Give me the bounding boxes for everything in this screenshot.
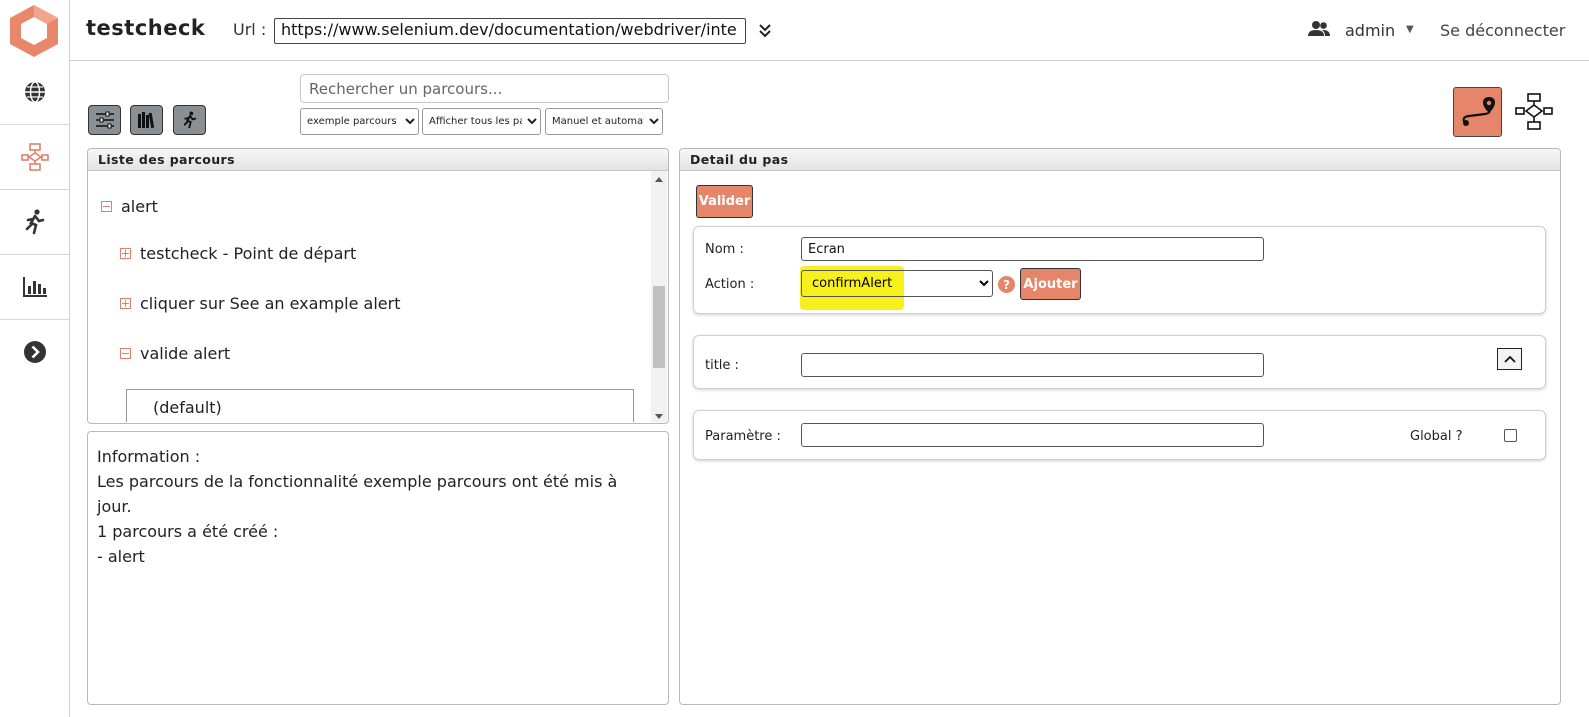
tree-node-label: cliquer sur See an example alert xyxy=(140,294,401,313)
tree-node-start[interactable]: testcheck - Point de départ xyxy=(120,244,356,263)
info-line: Les parcours de la fonctionnalité exempl… xyxy=(97,472,618,491)
flowchart-icon xyxy=(20,143,49,171)
add-action-button[interactable]: Ajouter xyxy=(1020,268,1081,300)
logo[interactable] xyxy=(0,0,70,60)
sliders-icon xyxy=(95,111,114,129)
tree-node-label: alert xyxy=(121,197,158,216)
collapse-icon[interactable] xyxy=(120,348,131,359)
chevron-right-circle-icon xyxy=(23,341,46,363)
panel-title: Detail du pas xyxy=(680,149,1560,171)
panel-title: Liste des parcours xyxy=(88,149,668,171)
sidebar-item-globe[interactable] xyxy=(0,60,69,125)
info-line: Information : xyxy=(97,447,201,466)
route-view-button[interactable] xyxy=(1453,87,1502,137)
sidebar-item-expand[interactable] xyxy=(0,320,69,384)
app-title: testcheck xyxy=(86,16,206,40)
running-person-icon xyxy=(183,111,196,129)
tree-node-alert[interactable]: alert xyxy=(101,197,158,216)
title-label: title : xyxy=(705,358,739,373)
feature-select[interactable]: exemple parcours xyxy=(300,108,419,135)
global-checkbox[interactable] xyxy=(1504,429,1517,442)
collapse-button[interactable] xyxy=(1497,348,1522,370)
url-input[interactable]: https://www.selenium.dev/documentation/w… xyxy=(274,18,746,44)
expand-icon[interactable] xyxy=(120,298,131,309)
globe-icon xyxy=(24,81,45,103)
running-person-icon xyxy=(25,209,44,235)
tree-node-label: valide alert xyxy=(140,344,231,363)
info-line: 1 parcours a été créé : xyxy=(97,522,279,541)
run-button[interactable] xyxy=(173,105,206,135)
title-field[interactable] xyxy=(801,353,1264,377)
display-filter-select[interactable]: Afficher tous les par xyxy=(422,108,541,135)
flowchart-view-button[interactable] xyxy=(1515,92,1553,134)
info-panel: Information : Les parcours de la fonctio… xyxy=(87,431,669,705)
tree-node-validate[interactable]: valide alert xyxy=(120,344,230,363)
scroll-down-icon[interactable] xyxy=(655,414,663,419)
expand-url-icon[interactable] xyxy=(758,20,772,44)
hexagon-logo-icon xyxy=(10,5,58,57)
action-label: Action : xyxy=(705,277,755,292)
name-field[interactable] xyxy=(801,237,1264,261)
info-line: jour. xyxy=(97,497,132,516)
validate-button[interactable]: Valider xyxy=(696,185,753,218)
name-label: Nom : xyxy=(705,242,744,257)
tree-node-click[interactable]: cliquer sur See an example alert xyxy=(120,294,401,313)
parameter-field[interactable] xyxy=(801,423,1264,447)
parameter-label: Paramètre : xyxy=(705,429,781,444)
expand-icon[interactable] xyxy=(120,248,131,259)
books-icon xyxy=(137,112,154,129)
list-scrollbar[interactable] xyxy=(651,171,667,422)
search-parcours-input[interactable] xyxy=(300,74,669,103)
flowchart-icon xyxy=(1515,93,1553,130)
sidebar-item-stats[interactable] xyxy=(0,255,69,320)
info-line: - alert xyxy=(97,547,145,566)
sidebar-item-runner[interactable] xyxy=(0,190,69,255)
library-button[interactable] xyxy=(130,105,163,135)
scroll-thumb[interactable] xyxy=(653,286,665,368)
sidebar-item-flow[interactable] xyxy=(0,125,69,190)
url-label: Url : xyxy=(233,20,267,39)
users-icon xyxy=(1308,20,1330,42)
mode-filter-select[interactable]: Manuel et automatis xyxy=(545,108,663,135)
sub-item-label: (default) xyxy=(153,398,222,417)
route-map-icon xyxy=(1462,97,1495,126)
bar-chart-icon xyxy=(22,277,47,297)
tree-sub-item-default[interactable]: (default) xyxy=(126,389,634,422)
user-menu[interactable]: admin xyxy=(1345,21,1395,40)
action-select[interactable]: confirmAlert xyxy=(801,270,993,297)
tree-node-label: testcheck - Point de départ xyxy=(140,244,357,263)
help-icon[interactable]: ? xyxy=(998,276,1015,293)
global-label: Global ? xyxy=(1410,429,1463,444)
parcours-list-panel: Liste des parcours xyxy=(87,148,669,424)
chevron-up-icon xyxy=(1503,355,1516,363)
logout-link[interactable]: Se déconnecter xyxy=(1440,21,1565,40)
collapse-icon[interactable] xyxy=(101,201,112,212)
filter-settings-button[interactable] xyxy=(88,105,121,135)
caret-down-icon[interactable]: ▼ xyxy=(1406,24,1414,35)
scroll-up-icon[interactable] xyxy=(655,177,663,182)
